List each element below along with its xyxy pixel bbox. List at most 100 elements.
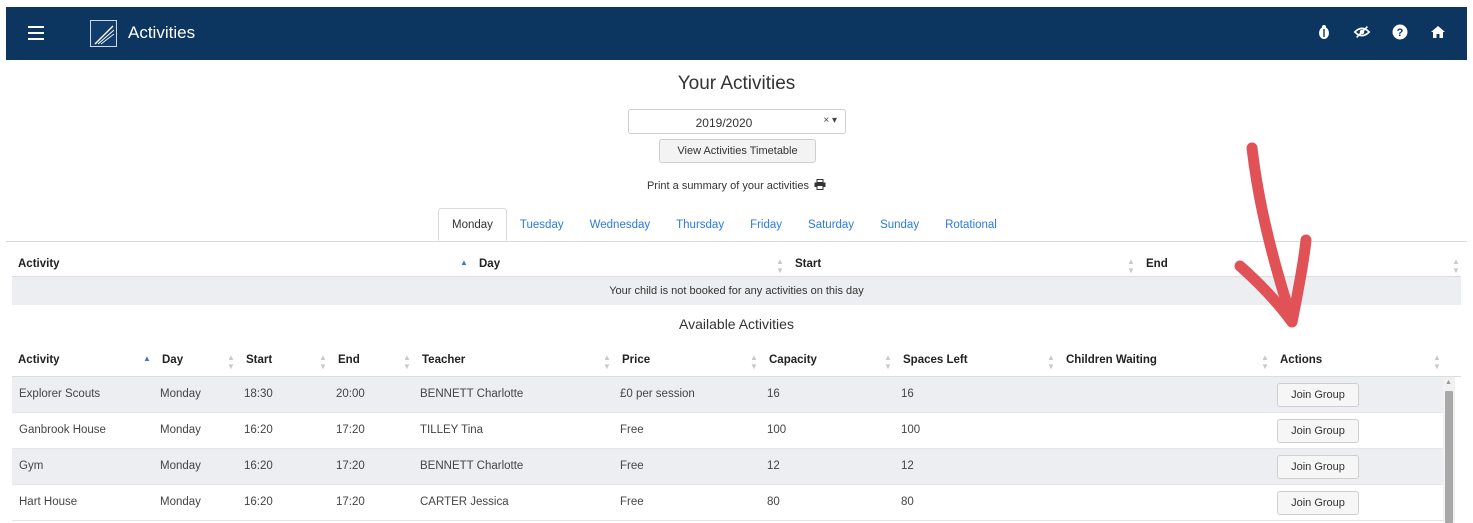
cell-capacity: 12 [767, 460, 780, 472]
booked-col-end[interactable]: End [1146, 258, 1168, 270]
select-controls[interactable]: × ▾ [823, 115, 837, 126]
join-group-button[interactable]: Join Group [1277, 491, 1359, 515]
table-row: Ganbrook House Monday 16:20 17:20 TILLEY… [12, 413, 1443, 449]
help-icon[interactable]: ? [1391, 23, 1409, 41]
col-day[interactable]: Day [162, 354, 183, 366]
booked-col-start[interactable]: Start [795, 258, 821, 270]
cell-end: 20:00 [336, 388, 365, 400]
cell-price: Free [620, 496, 644, 508]
sort-icon[interactable]: ▲ ▼ [1433, 353, 1441, 371]
tab-friday[interactable]: Friday [737, 209, 795, 241]
cell-day: Monday [160, 460, 201, 472]
sort-asc-icon[interactable]: ▲ [143, 354, 151, 363]
sort-icon[interactable]: ▲ ▼ [603, 353, 611, 371]
table-row: Hart House Monday 16:20 17:20 CARTER Jes… [12, 485, 1443, 521]
app-frame: Activities ? Your Activities 2019/2020 ×… [6, 7, 1467, 523]
sort-icon[interactable]: ▲ ▼ [750, 353, 758, 371]
cell-teacher: TILLEY Tina [420, 424, 484, 436]
svg-text:?: ? [1397, 27, 1404, 39]
cell-activity: Gym [19, 460, 44, 472]
app-title: Activities [128, 23, 196, 42]
col-children-waiting[interactable]: Children Waiting [1066, 354, 1157, 366]
top-navbar: Activities ? [6, 7, 1467, 60]
print-summary-text: Print a summary of your activities [646, 180, 809, 192]
top-icons: ? [1315, 23, 1447, 41]
clear-icon[interactable]: × [823, 115, 829, 126]
scroll-up-icon[interactable]: ▲ [1445, 379, 1452, 386]
cell-end: 17:20 [336, 460, 365, 472]
menu-icon[interactable] [28, 26, 44, 40]
table-row: Explorer Scouts Monday 18:30 20:00 BENNE… [12, 377, 1443, 413]
col-end[interactable]: End [338, 354, 360, 366]
annotation-arrow [1234, 142, 1312, 328]
app-logo[interactable] [90, 20, 117, 47]
col-actions[interactable]: Actions [1280, 354, 1322, 366]
col-capacity[interactable]: Capacity [769, 354, 817, 366]
cell-spaces-left: 100 [901, 424, 921, 436]
sort-icon[interactable]: ▲ ▼ [1047, 353, 1055, 371]
scrollbar-thumb[interactable] [1445, 391, 1453, 523]
sort-icon[interactable]: ▲ ▼ [776, 257, 784, 275]
cell-price: Free [620, 460, 644, 472]
sort-asc-icon[interactable]: ▲ [460, 258, 468, 267]
cell-capacity: 16 [767, 388, 780, 400]
sort-icon[interactable]: ▲ ▼ [1452, 257, 1460, 275]
cell-teacher: BENNETT Charlotte [420, 460, 524, 472]
cell-spaces-left: 12 [901, 460, 914, 472]
cell-capacity: 80 [767, 496, 780, 508]
cell-day: Monday [160, 388, 201, 400]
join-group-button[interactable]: Join Group [1277, 455, 1359, 479]
cell-activity: Explorer Scouts [19, 388, 101, 400]
booked-col-activity[interactable]: Activity [18, 258, 60, 270]
col-teacher[interactable]: Teacher [422, 354, 465, 366]
cell-start: 16:20 [244, 496, 273, 508]
col-price[interactable]: Price [622, 354, 650, 366]
academic-year-select[interactable]: 2019/2020 × ▾ [628, 109, 846, 134]
sort-icon[interactable]: ▲ ▼ [884, 353, 892, 371]
cell-day: Monday [160, 424, 201, 436]
tab-wednesday[interactable]: Wednesday [577, 209, 664, 241]
tab-rotational[interactable]: Rotational [932, 209, 1010, 241]
home-icon[interactable] [1429, 23, 1447, 41]
tab-thursday[interactable]: Thursday [663, 209, 737, 241]
booked-col-day[interactable]: Day [479, 258, 500, 270]
day-tabs: Monday Tuesday Wednesday Thursday Friday… [438, 208, 1010, 241]
col-spaces-left[interactable]: Spaces Left [903, 354, 968, 366]
tab-sunday[interactable]: Sunday [867, 209, 932, 241]
academic-year-value: 2019/2020 [695, 116, 753, 130]
sort-icon[interactable]: ▲ ▼ [403, 353, 411, 371]
cell-price: Free [620, 424, 644, 436]
sort-icon[interactable]: ▲ ▼ [1261, 353, 1269, 371]
cell-capacity: 100 [767, 424, 787, 436]
join-group-button[interactable]: Join Group [1277, 383, 1359, 407]
cell-end: 17:20 [336, 496, 365, 508]
sort-icon[interactable]: ▲ ▼ [1127, 257, 1135, 275]
cell-spaces-left: 80 [901, 496, 914, 508]
page-title: Your Activities [677, 73, 796, 94]
cell-spaces-left: 16 [901, 388, 914, 400]
sort-icon[interactable]: ▲ ▼ [319, 353, 327, 371]
cell-activity: Hart House [19, 496, 78, 508]
tab-tuesday[interactable]: Tuesday [507, 209, 577, 241]
cell-start: 16:20 [244, 460, 273, 472]
cell-day: Monday [160, 496, 201, 508]
cell-teacher: CARTER Jessica [420, 496, 509, 508]
tab-saturday[interactable]: Saturday [795, 209, 867, 241]
cell-end: 17:20 [336, 424, 365, 436]
chevron-down-icon[interactable]: ▾ [832, 115, 837, 126]
cell-start: 18:30 [244, 388, 273, 400]
eye-slash-icon[interactable] [1353, 23, 1371, 41]
table-row: Gym Monday 16:20 17:20 BENNETT Charlotte… [12, 449, 1443, 485]
printer-icon [814, 179, 826, 190]
sort-icon[interactable]: ▲ ▼ [227, 353, 235, 371]
view-timetable-button[interactable]: View Activities Timetable [659, 139, 816, 163]
cell-price: £0 per session [620, 388, 695, 400]
cell-start: 16:20 [244, 424, 273, 436]
col-activity[interactable]: Activity [18, 354, 60, 366]
join-group-button[interactable]: Join Group [1277, 419, 1359, 443]
tab-monday[interactable]: Monday [438, 208, 507, 241]
cell-activity: Ganbrook House [19, 424, 106, 436]
bug-icon[interactable] [1315, 23, 1333, 41]
cell-teacher: BENNETT Charlotte [420, 388, 524, 400]
col-start[interactable]: Start [246, 354, 272, 366]
